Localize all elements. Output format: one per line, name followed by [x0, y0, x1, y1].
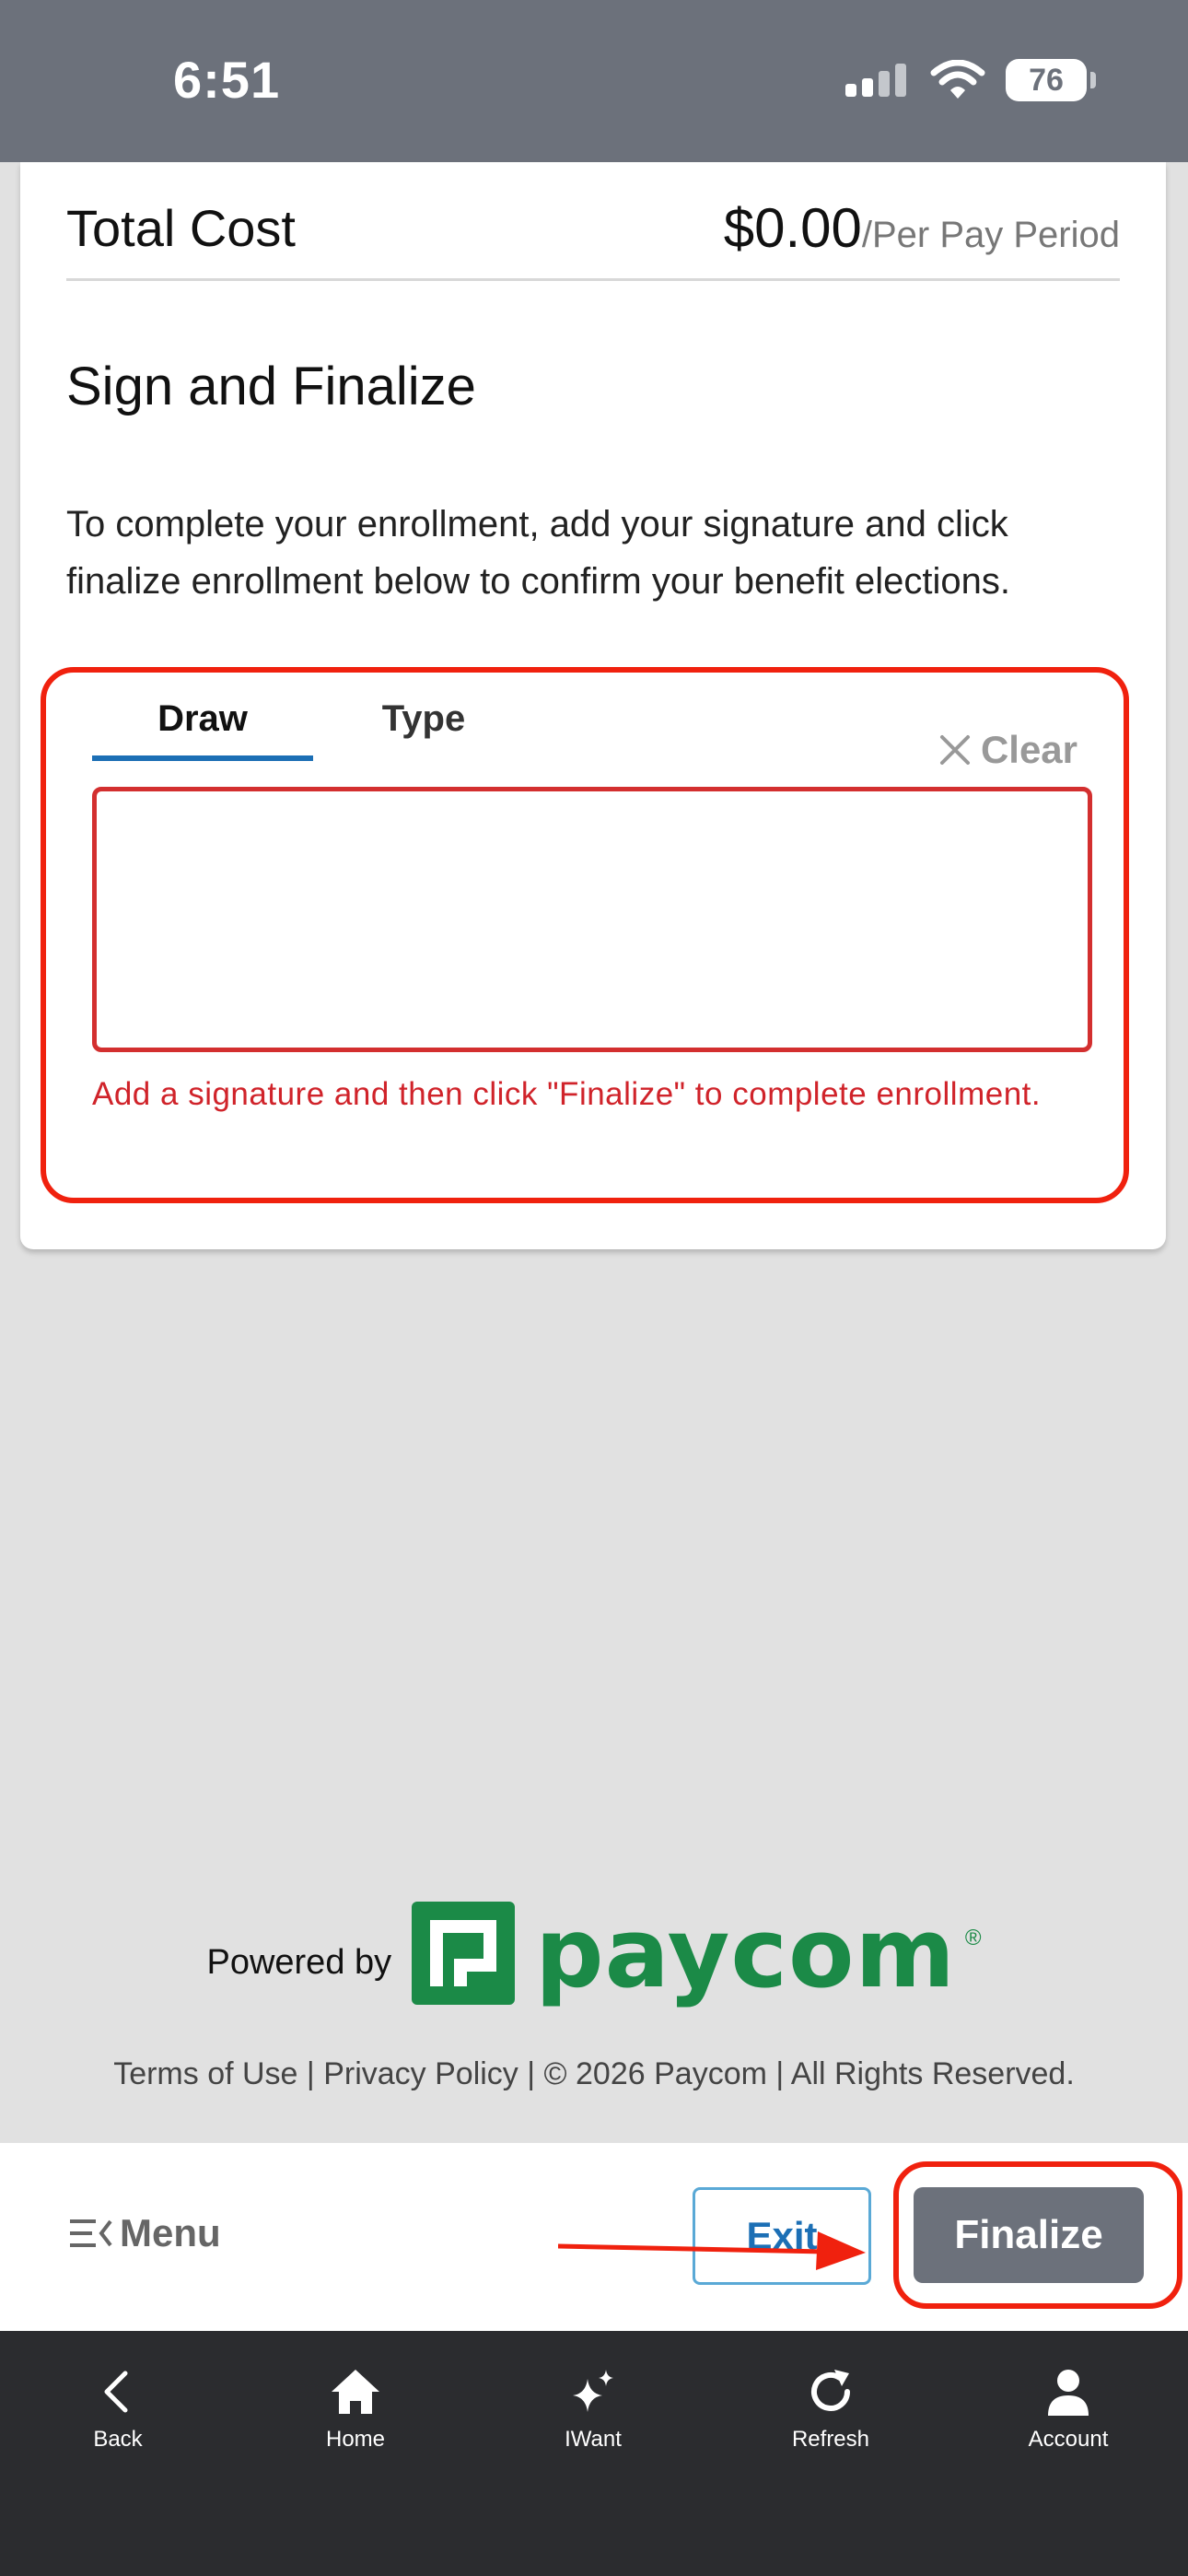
nav-label-account: Account	[1028, 2427, 1109, 2452]
signature-error-message: Add a signature and then click "Finalize…	[92, 1076, 1042, 1112]
nav-item-iwant[interactable]: IWant	[501, 2364, 685, 2453]
total-cost-row: Total Cost $0.00 /Per Pay Period	[66, 177, 1120, 281]
status-time: 6:51	[173, 51, 281, 109]
signature-tabs: Draw Type	[92, 682, 534, 761]
nav-item-home[interactable]: Home	[263, 2364, 448, 2453]
menu-label: Menu	[120, 2211, 221, 2254]
close-icon	[939, 735, 970, 765]
menu-button[interactable]: Menu	[70, 2211, 221, 2255]
total-cost-value: $0.00 /Per Pay Period	[724, 196, 1120, 260]
nav-label-home: Home	[325, 2427, 386, 2452]
menu-collapse-icon	[70, 2219, 112, 2247]
bottom-nav: Back Home IWant Refresh Account	[0, 2331, 1188, 2576]
total-cost-label: Total Cost	[66, 198, 296, 257]
total-cost-period: /Per Pay Period	[861, 214, 1120, 255]
clear-label: Clear	[980, 728, 1077, 771]
battery-indicator: 76	[1006, 59, 1096, 101]
footer-links[interactable]: Terms of Use | Privacy Policy | © 2026 P…	[0, 2056, 1188, 2092]
nav-item-back[interactable]: Back	[26, 2364, 210, 2453]
enrollment-card: Total Cost $0.00 /Per Pay Period Sign an…	[20, 162, 1166, 1249]
signature-area: Draw Type Clear Add a signature and then…	[41, 667, 1129, 1203]
annotation-arrow-icon	[558, 2231, 866, 2270]
chevron-left-icon	[104, 2371, 128, 2413]
registered-mark: ®	[964, 1926, 982, 1950]
wifi-icon	[930, 60, 985, 99]
total-cost-amount: $0.00	[723, 196, 862, 259]
clear-button[interactable]: Clear	[938, 728, 1077, 772]
status-icons: 76	[845, 55, 1096, 105]
finalize-button[interactable]: Finalize	[914, 2187, 1144, 2283]
cellular-signal-icon	[845, 64, 906, 97]
section-description: To complete your enrollment, add your si…	[66, 504, 1010, 602]
nav-label-back: Back	[93, 2427, 143, 2452]
nav-label-iwant: IWant	[565, 2427, 622, 2452]
paycom-wordmark: paycom	[535, 1897, 956, 2009]
status-bar: 6:51 76	[0, 0, 1188, 162]
powered-by: Powered by paycom ®	[0, 1897, 1188, 2009]
refresh-icon	[811, 2370, 850, 2411]
action-bar: Menu Exit Finalize	[0, 2143, 1188, 2331]
person-icon	[1048, 2370, 1089, 2416]
tab-draw[interactable]: Draw	[92, 682, 313, 761]
home-icon	[332, 2370, 379, 2414]
nav-item-refresh[interactable]: Refresh	[739, 2364, 923, 2453]
sparkle-icon	[573, 2370, 613, 2412]
powered-by-label: Powered by	[206, 1942, 392, 1982]
section-title: Sign and Finalize	[66, 357, 476, 416]
signature-canvas[interactable]	[92, 787, 1092, 1052]
tab-type[interactable]: Type	[313, 682, 534, 755]
nav-label-refresh: Refresh	[791, 2427, 870, 2452]
paycom-logo-icon	[412, 1902, 516, 2005]
nav-item-account[interactable]: Account	[976, 2364, 1160, 2453]
